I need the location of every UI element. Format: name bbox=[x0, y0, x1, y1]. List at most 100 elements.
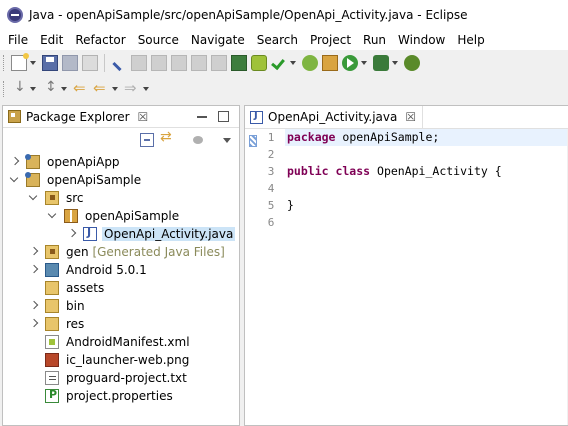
toolbar-separator bbox=[104, 54, 105, 72]
tree-item-bin[interactable]: bin bbox=[3, 297, 239, 315]
package-explorer-icon bbox=[8, 110, 21, 123]
forward-dropdown-icon[interactable] bbox=[142, 81, 150, 97]
menu-file[interactable]: File bbox=[2, 33, 34, 47]
package-explorer-tabbar: Package Explorer ☒ bbox=[3, 106, 239, 128]
code-line[interactable] bbox=[285, 180, 568, 197]
menu-search[interactable]: Search bbox=[251, 33, 304, 47]
run-dropdown-icon[interactable] bbox=[360, 55, 368, 71]
debug-dropdown-icon[interactable] bbox=[391, 55, 399, 71]
expand-icon[interactable] bbox=[67, 229, 77, 239]
block-select-icon[interactable] bbox=[211, 55, 227, 71]
line-number-gutter: 1 2 3 4 5 6 bbox=[259, 129, 283, 425]
toolbar-grip[interactable] bbox=[3, 81, 6, 97]
editor-body[interactable]: 1 2 3 4 5 6 package openApiSample; publi… bbox=[245, 129, 568, 425]
bug-icon[interactable] bbox=[404, 55, 420, 71]
package-explorer-tab[interactable]: Package Explorer bbox=[26, 110, 130, 124]
line-number: 6 bbox=[267, 216, 275, 229]
package-explorer-toolbar bbox=[3, 128, 239, 152]
tree-item-project-properties[interactable]: project.properties bbox=[3, 387, 239, 405]
expand-icon[interactable] bbox=[29, 265, 39, 275]
tree-item-label: src bbox=[66, 191, 84, 205]
new-icon[interactable] bbox=[11, 53, 29, 71]
show-whitespace-icon[interactable] bbox=[191, 55, 207, 71]
collapse-icon[interactable] bbox=[48, 211, 58, 221]
minimize-icon[interactable] bbox=[197, 116, 207, 118]
debug-icon[interactable] bbox=[373, 55, 389, 71]
close-icon[interactable]: ☒ bbox=[138, 110, 149, 124]
code-line[interactable]: package openApiSample; bbox=[285, 129, 568, 146]
editor-tab[interactable]: OpenApi_Activity.java ☒ bbox=[245, 106, 424, 128]
tree-item-android-library[interactable]: Android 5.0.1 bbox=[3, 261, 239, 279]
java-file-icon bbox=[83, 226, 97, 241]
tree-item-ic-launcher[interactable]: ic_launcher-web.png bbox=[3, 351, 239, 369]
annotation-ruler[interactable] bbox=[245, 129, 259, 425]
expand-icon[interactable] bbox=[10, 157, 20, 167]
toggle-mark-icon[interactable] bbox=[151, 55, 167, 71]
code-line[interactable] bbox=[285, 214, 568, 231]
line-number: 3 bbox=[267, 165, 275, 178]
toggle-breakpoint-icon[interactable] bbox=[131, 55, 147, 71]
run-icon[interactable] bbox=[342, 55, 358, 71]
code-line[interactable]: public class OpenApi_Activity { bbox=[285, 163, 568, 180]
new-dropdown-icon[interactable] bbox=[29, 55, 37, 71]
toggle-word-icon[interactable] bbox=[171, 55, 187, 71]
editor-tab-label: OpenApi_Activity.java bbox=[268, 110, 398, 124]
code-area[interactable]: package openApiSample; public class Open… bbox=[285, 129, 568, 231]
tree-item-label: openApiApp bbox=[47, 155, 120, 169]
package-explorer-panel: Package Explorer ☒ openApiApp openApiSam… bbox=[2, 105, 240, 426]
pin-icon[interactable] bbox=[111, 55, 127, 71]
new-android-project-icon[interactable] bbox=[302, 55, 318, 71]
link-with-editor-icon[interactable] bbox=[160, 129, 174, 147]
tree-item-openapisample[interactable]: openApiSample bbox=[3, 171, 239, 189]
forward-icon[interactable] bbox=[124, 79, 140, 97]
tree-item-proguard[interactable]: proguard-project.txt bbox=[3, 369, 239, 387]
tree-item-openapi-activity-java[interactable]: OpenApi_Activity.java bbox=[3, 225, 239, 243]
expand-icon[interactable] bbox=[29, 319, 39, 329]
prev-annotation-dropdown-icon[interactable] bbox=[60, 81, 68, 97]
tree-item-assets[interactable]: assets bbox=[3, 279, 239, 297]
project-icon bbox=[25, 154, 40, 169]
lint-check-icon[interactable] bbox=[271, 55, 287, 71]
collapse-icon[interactable] bbox=[29, 193, 39, 203]
next-annotation-dropdown-icon[interactable] bbox=[29, 81, 37, 97]
expand-icon[interactable] bbox=[29, 247, 39, 257]
tree-item-openapiapp[interactable]: openApiApp bbox=[3, 153, 239, 171]
prev-annotation-icon[interactable] bbox=[42, 79, 58, 97]
next-annotation-icon[interactable] bbox=[11, 79, 27, 97]
save-all-icon[interactable] bbox=[62, 55, 78, 71]
back-dropdown-icon[interactable] bbox=[111, 81, 119, 97]
save-icon[interactable] bbox=[42, 55, 58, 71]
android-sdk-manager-icon[interactable] bbox=[231, 55, 247, 71]
toolbar-grip[interactable] bbox=[3, 55, 6, 71]
filter-icon[interactable] bbox=[191, 133, 205, 147]
menu-run[interactable]: Run bbox=[357, 33, 392, 47]
code-line[interactable]: } bbox=[285, 197, 568, 214]
android-avd-icon[interactable] bbox=[251, 55, 267, 71]
back-icon[interactable] bbox=[93, 79, 109, 97]
menu-navigate[interactable]: Navigate bbox=[185, 33, 251, 47]
close-icon[interactable]: ☒ bbox=[405, 110, 416, 124]
menu-help[interactable]: Help bbox=[451, 33, 490, 47]
menu-refactor[interactable]: Refactor bbox=[69, 33, 131, 47]
collapse-all-icon[interactable] bbox=[140, 133, 154, 147]
menu-project[interactable]: Project bbox=[304, 33, 357, 47]
collapse-icon[interactable] bbox=[10, 175, 20, 185]
tree-item-src[interactable]: src bbox=[3, 189, 239, 207]
tree-item-res[interactable]: res bbox=[3, 315, 239, 333]
folder-icon bbox=[45, 281, 59, 295]
print-icon[interactable] bbox=[82, 55, 98, 71]
eclipse-icon bbox=[7, 7, 23, 23]
tree-item-gen[interactable]: gen [Generated Java Files] bbox=[3, 243, 239, 261]
view-menu-icon[interactable] bbox=[220, 133, 234, 147]
tree-item-package-openapisample[interactable]: openApiSample bbox=[3, 207, 239, 225]
code-line[interactable] bbox=[285, 146, 568, 163]
new-package-icon[interactable] bbox=[322, 55, 338, 71]
menu-source[interactable]: Source bbox=[132, 33, 185, 47]
expand-icon[interactable] bbox=[29, 301, 39, 311]
last-edit-icon[interactable] bbox=[73, 79, 89, 97]
lint-dropdown-icon[interactable] bbox=[289, 55, 297, 71]
tree-item-androidmanifest[interactable]: AndroidManifest.xml bbox=[3, 333, 239, 351]
menu-window[interactable]: Window bbox=[392, 33, 451, 47]
menu-edit[interactable]: Edit bbox=[34, 33, 69, 47]
maximize-icon[interactable] bbox=[218, 111, 229, 122]
